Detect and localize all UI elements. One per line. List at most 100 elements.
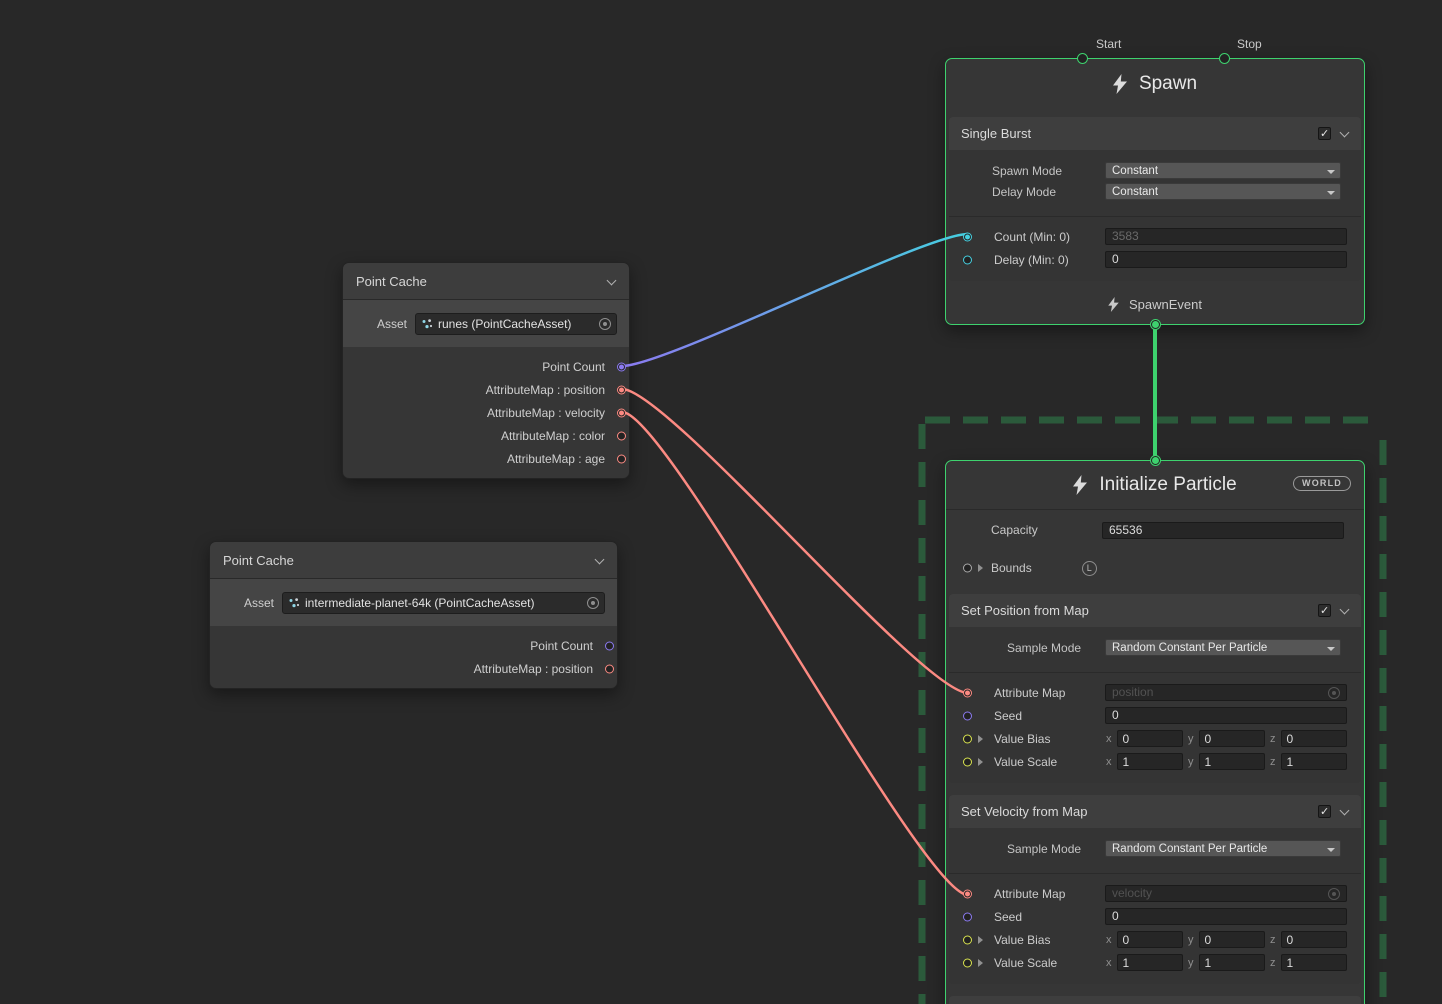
block-header[interactable]: Position (Sphere): [949, 996, 1361, 1004]
value-scale-port[interactable]: [963, 757, 972, 766]
block-set-position-from-map[interactable]: Set Position from Map Sample Mode Random…: [949, 594, 1361, 783]
point-count-port[interactable]: [605, 641, 614, 650]
block-enabled-checkbox[interactable]: [1318, 127, 1331, 140]
sample-mode-dropdown[interactable]: Random Constant Per Particle: [1105, 840, 1341, 857]
chevron-down-icon[interactable]: [607, 277, 616, 286]
value-bias-port[interactable]: [963, 734, 972, 743]
node-title: Initialize Particle: [1099, 474, 1236, 496]
start-port-label: Start: [1096, 37, 1121, 51]
block-enabled-checkbox[interactable]: [1318, 604, 1331, 617]
attributemap-position-port[interactable]: [605, 664, 614, 673]
delay-field[interactable]: 0: [1105, 251, 1347, 268]
axis-z-label: z: [1270, 756, 1276, 768]
chevron-down-icon[interactable]: [1340, 807, 1349, 816]
output-label: Point Count: [530, 639, 593, 653]
attributemap-age-port[interactable]: [617, 454, 626, 463]
chevron-down-icon[interactable]: [595, 556, 604, 565]
asset-object-field[interactable]: intermediate-planet-64k (PointCacheAsset…: [282, 592, 605, 614]
axis-y-label: y: [1188, 756, 1194, 768]
attributemap-color-port[interactable]: [617, 431, 626, 440]
asset-label: Asset: [244, 596, 274, 610]
object-picker-icon[interactable]: [587, 597, 599, 609]
expander-arrow-icon[interactable]: [978, 758, 983, 766]
expander-arrow-icon[interactable]: [978, 735, 983, 743]
attribute-map-port[interactable]: [963, 889, 972, 898]
expander-arrow-icon[interactable]: [978, 959, 983, 967]
value-scale-x-field[interactable]: 1: [1117, 954, 1184, 971]
value-bias-z-field[interactable]: 0: [1281, 931, 1348, 948]
dropdown-value: Random Constant Per Particle: [1112, 843, 1267, 855]
value-scale-y-field[interactable]: 1: [1199, 753, 1266, 770]
stop-port-label: Stop: [1237, 37, 1262, 51]
attribute-map-field[interactable]: velocity: [1105, 885, 1347, 902]
seed-field[interactable]: 0: [1105, 707, 1347, 724]
edge-pointcount-to-count[interactable]: [622, 234, 968, 366]
value-scale-port[interactable]: [963, 958, 972, 967]
node-header[interactable]: Point Cache: [210, 542, 617, 579]
block-enabled-checkbox[interactable]: [1318, 805, 1331, 818]
point-count-port[interactable]: [617, 362, 626, 371]
object-picker-icon[interactable]: [1328, 687, 1340, 699]
edge-position-to-attributemap[interactable]: [622, 389, 968, 693]
port-label: Delay (Min: 0): [994, 253, 1069, 267]
expander-arrow-icon[interactable]: [978, 936, 983, 944]
flow-port-stop[interactable]: [1219, 53, 1230, 64]
delay-port[interactable]: [963, 255, 972, 264]
point-cache-planet-node[interactable]: Point Cache Asset intermediate-planet-64…: [209, 541, 618, 689]
space-local-badge[interactable]: L: [1082, 561, 1097, 576]
node-header[interactable]: Point Cache: [343, 263, 629, 300]
attributemap-position-port[interactable]: [617, 385, 626, 394]
field-value: 0: [1112, 708, 1119, 723]
block-header[interactable]: Set Velocity from Map: [949, 795, 1361, 828]
value-bias-y-field[interactable]: 0: [1199, 931, 1266, 948]
value-bias-port[interactable]: [963, 935, 972, 944]
count-port[interactable]: [963, 232, 972, 241]
bounds-port[interactable]: [963, 564, 972, 573]
edge-velocity-to-attributemap[interactable]: [622, 412, 968, 895]
block-single-burst[interactable]: Single Burst Spawn Mode Constant Delay M…: [949, 117, 1361, 281]
block-header[interactable]: Set Position from Map: [949, 594, 1361, 627]
delay-mode-dropdown[interactable]: Constant: [1105, 183, 1341, 200]
attribute-map-field[interactable]: position: [1105, 684, 1347, 701]
value-bias-x-field[interactable]: 0: [1117, 730, 1184, 747]
seed-port[interactable]: [963, 711, 972, 720]
value-scale-z-field[interactable]: 1: [1281, 954, 1348, 971]
sample-mode-dropdown[interactable]: Random Constant Per Particle: [1105, 639, 1341, 656]
chevron-down-icon[interactable]: [1340, 129, 1349, 138]
value-bias-z-field[interactable]: 0: [1281, 730, 1348, 747]
field-value: 1: [1287, 956, 1294, 970]
spawn-context[interactable]: Start Stop Spawn Single Burst Spawn Mode…: [945, 58, 1365, 325]
value-scale-y-field[interactable]: 1: [1199, 954, 1266, 971]
dropdown-arrow-icon: [1327, 170, 1335, 174]
spawn-mode-dropdown[interactable]: Constant: [1105, 162, 1341, 179]
flow-port-start[interactable]: [1077, 53, 1088, 64]
capacity-field[interactable]: 65536: [1102, 522, 1344, 539]
object-picker-icon[interactable]: [1328, 888, 1340, 900]
attribute-map-port[interactable]: [963, 688, 972, 697]
field-value: 0: [1287, 732, 1294, 746]
dropdown-value: Random Constant Per Particle: [1112, 642, 1267, 654]
expander-arrow-icon[interactable]: [978, 564, 983, 572]
block-header[interactable]: Single Burst: [949, 117, 1361, 150]
node-title-row: Initialize Particle WORLD: [946, 461, 1364, 509]
value-bias-x-field[interactable]: 0: [1117, 931, 1184, 948]
lightning-icon: [1113, 74, 1127, 94]
attributemap-velocity-port[interactable]: [617, 408, 626, 417]
seed-port[interactable]: [963, 912, 972, 921]
initialize-particle-context[interactable]: Initialize Particle WORLD Capacity 65536…: [945, 460, 1365, 1004]
seed-field[interactable]: 0: [1105, 908, 1347, 925]
value-bias-y-field[interactable]: 0: [1199, 730, 1266, 747]
block-position-sphere[interactable]: Position (Sphere): [949, 996, 1361, 1004]
flow-port-init-in[interactable]: [1150, 455, 1161, 466]
count-field[interactable]: 3583: [1105, 228, 1347, 245]
value-scale-x-field[interactable]: 1: [1117, 753, 1184, 770]
field-value: 0: [1112, 909, 1119, 924]
flow-port-spawn-out[interactable]: [1150, 319, 1161, 330]
space-world-badge[interactable]: WORLD: [1293, 476, 1351, 491]
block-set-velocity-from-map[interactable]: Set Velocity from Map Sample Mode Random…: [949, 795, 1361, 984]
point-cache-runes-node[interactable]: Point Cache Asset runes (PointCacheAsset…: [342, 262, 630, 479]
asset-object-field[interactable]: runes (PointCacheAsset): [415, 313, 617, 335]
value-scale-z-field[interactable]: 1: [1281, 753, 1348, 770]
object-picker-icon[interactable]: [599, 318, 611, 330]
chevron-down-icon[interactable]: [1340, 606, 1349, 615]
